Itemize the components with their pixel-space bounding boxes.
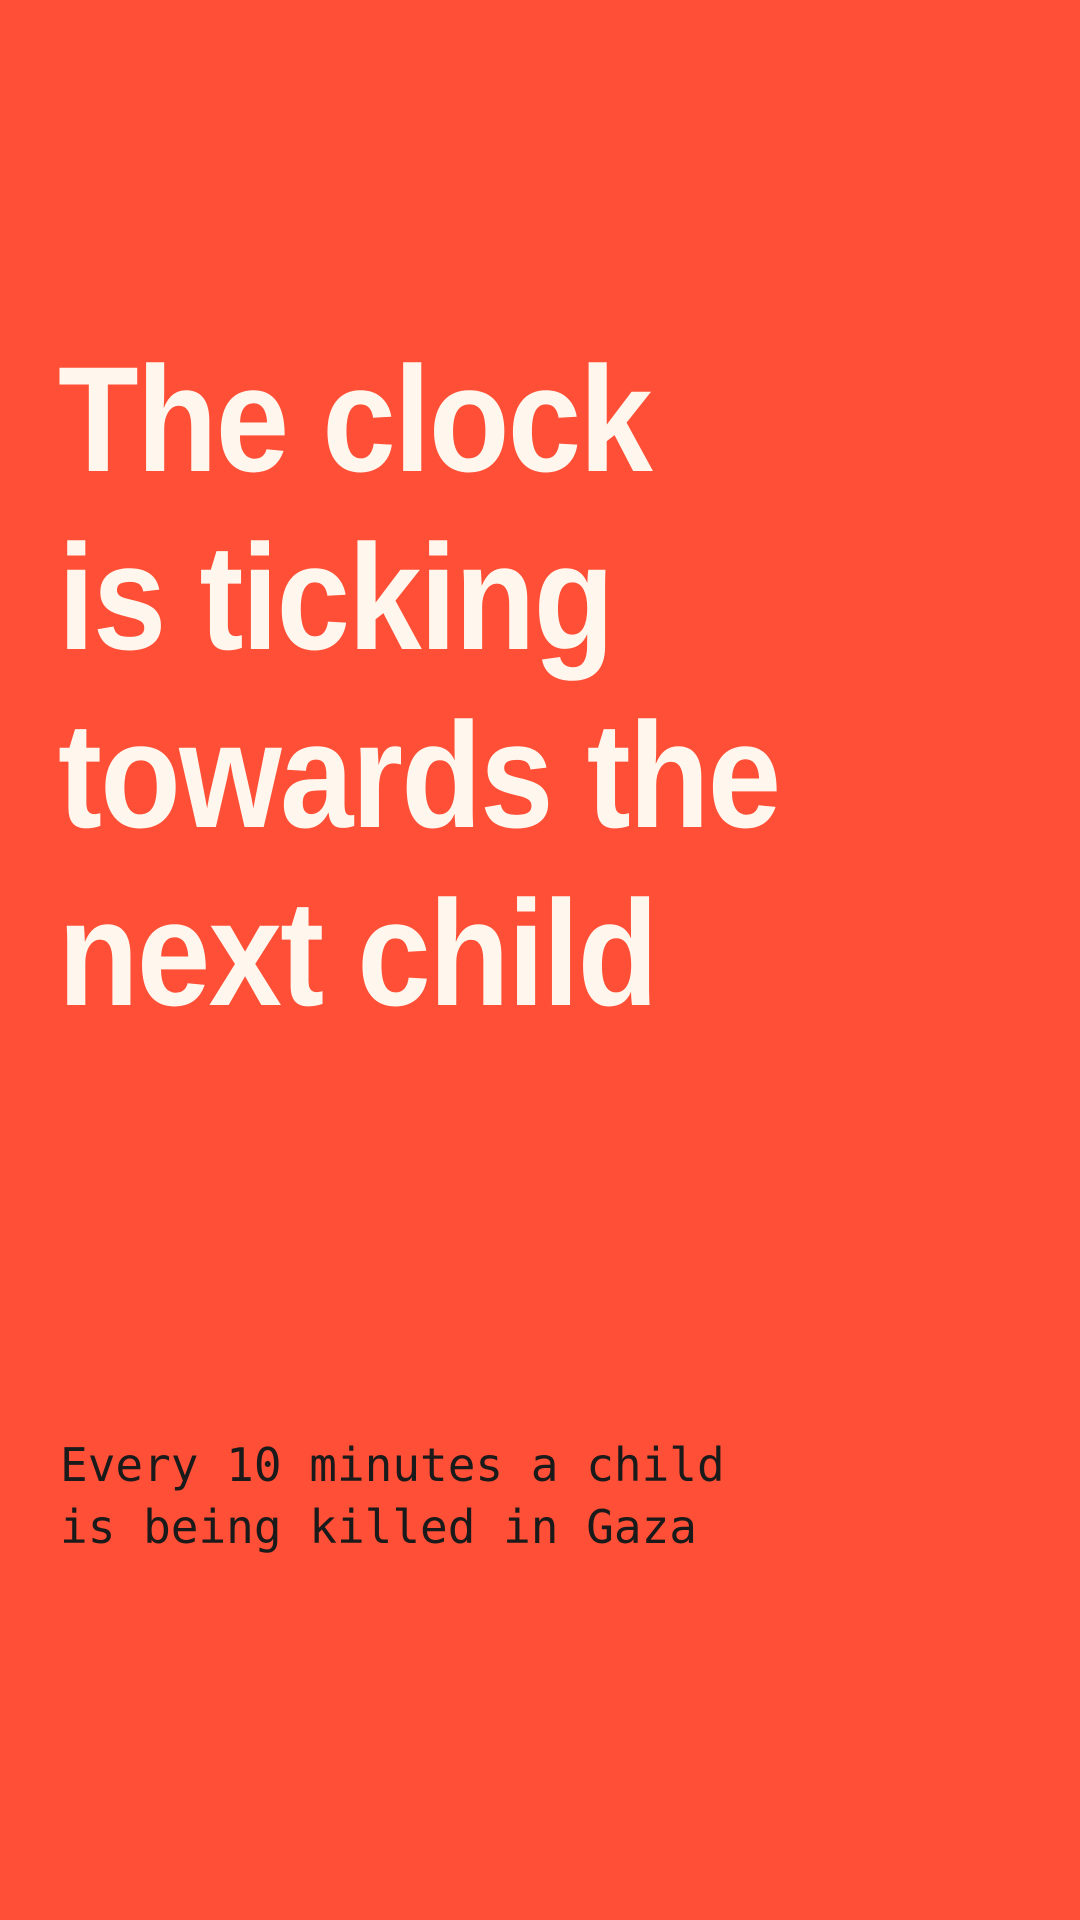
subtext: Every 10 minutes a child is being killed… xyxy=(60,1434,960,1558)
headline-line-2: is ticking xyxy=(58,513,614,681)
subtext-line-2: is being killed in Gaza xyxy=(60,1500,697,1554)
headline-line-1: The clock xyxy=(58,335,653,503)
headline-line-4: next child xyxy=(58,869,658,1037)
headline: The clock is ticking towards the next ch… xyxy=(58,330,938,1042)
headline-line-3: towards the xyxy=(58,691,781,859)
poster-background: The clock is ticking towards the next ch… xyxy=(0,0,1080,1920)
subtext-line-1: Every 10 minutes a child xyxy=(60,1438,725,1492)
